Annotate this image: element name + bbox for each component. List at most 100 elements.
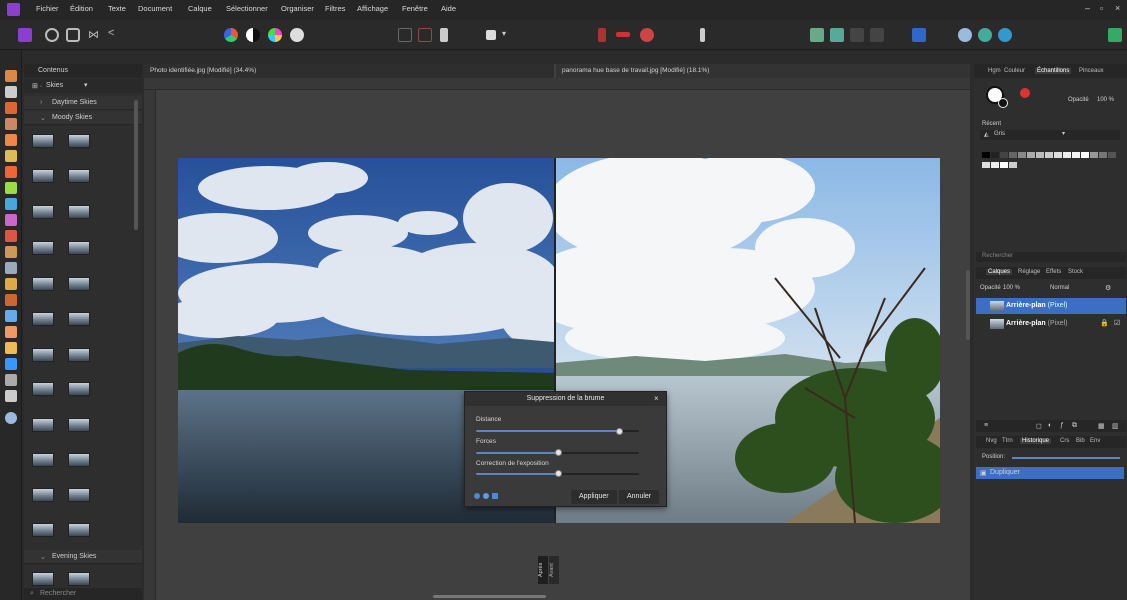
assistant-icon[interactable] <box>912 28 926 42</box>
text-tool-icon[interactable] <box>5 374 17 386</box>
tone-mapping-icon[interactable]: ⋈ <box>88 28 99 41</box>
secondary-color-well[interactable] <box>998 98 1008 108</box>
fill-tool-icon[interactable] <box>5 214 17 226</box>
sky-thumbnail[interactable] <box>68 277 90 291</box>
sky-thumbnail[interactable] <box>32 241 54 255</box>
healing-tool-icon[interactable] <box>5 294 17 306</box>
layer-opacity-value[interactable]: 100 % <box>1003 285 1020 291</box>
tab-library[interactable]: Bib <box>1076 438 1085 444</box>
swatch[interactable] <box>1090 152 1098 158</box>
tab-transform[interactable]: Ttrn <box>1002 438 1013 444</box>
tab-swatches[interactable]: Échantillons <box>1035 68 1072 74</box>
sky-thumbnail[interactable] <box>68 348 90 362</box>
hsl-icon[interactable] <box>268 28 282 42</box>
selection-brush-icon[interactable] <box>5 134 17 146</box>
sky-thumbnail[interactable] <box>68 418 90 432</box>
sky-thumbnail[interactable] <box>32 488 54 502</box>
studio-icon[interactable] <box>1108 28 1122 42</box>
gear-icon[interactable]: ⚙ <box>1105 284 1111 292</box>
select-invert-icon[interactable] <box>418 28 432 42</box>
document-tab-1[interactable]: Photo identifiée.jpg [Modifié] (34.4%) <box>144 64 554 78</box>
swatch[interactable] <box>991 162 999 168</box>
white-balance-icon[interactable] <box>290 28 304 42</box>
erase-brush-icon[interactable] <box>5 198 17 210</box>
after-tab[interactable]: Après <box>538 556 548 584</box>
swatch[interactable] <box>1018 152 1026 158</box>
share-icon[interactable]: < <box>108 27 114 39</box>
lock-icon[interactable]: 🔒 <box>1100 319 1109 327</box>
tab-effects[interactable]: Effets <box>1046 269 1061 275</box>
swatch[interactable] <box>1063 152 1071 158</box>
menu-icon[interactable]: ≡ <box>984 422 988 429</box>
menu-selectionner[interactable]: Sélectionner <box>226 4 268 13</box>
visibility-checkbox[interactable]: ☑ <box>1114 319 1120 327</box>
slider-knob-distance[interactable] <box>616 428 624 435</box>
red-eye-tool-icon[interactable] <box>5 326 17 338</box>
photo-persona-icon[interactable] <box>18 28 32 42</box>
swatch[interactable] <box>1000 162 1008 168</box>
brush-tool-icon[interactable] <box>5 102 17 114</box>
pen-tool-icon[interactable] <box>5 342 17 354</box>
swatch[interactable] <box>1000 152 1008 158</box>
sky-thumbnail[interactable] <box>68 169 90 183</box>
maximize-button[interactable]: ▫ <box>1100 3 1103 13</box>
adjustment-icon[interactable]: ◐ <box>1048 422 1052 429</box>
menu-fenetre[interactable]: Fenêtre <box>402 4 428 13</box>
swatch[interactable] <box>1009 152 1017 158</box>
document-vscrollbar[interactable] <box>966 270 970 340</box>
content-panel-tab[interactable]: Contenus <box>24 64 142 78</box>
delete-layer-icon[interactable]: ▥ <box>1112 422 1119 430</box>
sky-thumbnail[interactable] <box>68 382 90 396</box>
tab-history[interactable]: Historique <box>1020 438 1052 444</box>
close-button[interactable]: × <box>1115 3 1120 13</box>
swatch[interactable] <box>982 162 990 168</box>
red-swatch-icon[interactable] <box>598 28 606 42</box>
sky-thumbnail[interactable] <box>68 134 90 148</box>
crop-tool-icon[interactable] <box>5 118 17 130</box>
inpainting-tool-icon[interactable] <box>5 310 17 322</box>
swatch[interactable] <box>1054 152 1062 158</box>
add-layer-icon[interactable]: ▦ <box>1098 422 1105 430</box>
tab-stock[interactable]: Stock <box>1068 269 1083 275</box>
color-replace-icon[interactable] <box>5 182 17 194</box>
clone-tool-icon[interactable] <box>5 278 17 290</box>
tab-adjustments[interactable]: Réglage <box>1018 269 1040 275</box>
content-search[interactable]: ⌕ Rechercher <box>24 588 142 600</box>
menu-calque[interactable]: Calque <box>188 4 212 13</box>
opacity-value[interactable]: 100 % <box>1097 97 1114 103</box>
liquify-persona-icon[interactable] <box>45 28 59 42</box>
levels-icon[interactable] <box>246 28 260 42</box>
color-picker-tool-icon[interactable] <box>5 390 17 402</box>
select-rect-icon[interactable] <box>398 28 412 42</box>
palette-selector[interactable]: ◭ Gris ▾ <box>980 130 1120 140</box>
history-position-slider[interactable] <box>1012 457 1120 459</box>
sky-thumbnail[interactable] <box>32 418 54 432</box>
swatch[interactable] <box>1099 152 1107 158</box>
menu-fichier[interactable]: Fichier <box>36 4 59 13</box>
tab-channels[interactable]: Crs <box>1060 438 1069 444</box>
sky-thumbnail[interactable] <box>32 312 54 326</box>
panel-search-input[interactable]: Rechercher <box>982 253 1013 259</box>
sky-thumbnail[interactable] <box>68 572 90 586</box>
panel-search[interactable]: Rechercher <box>976 252 1126 262</box>
blend-mode-select[interactable]: Normal <box>1050 285 1069 291</box>
swatch[interactable] <box>982 152 990 158</box>
tab-env[interactable]: Env <box>1090 438 1100 444</box>
tab-color[interactable]: Couleur <box>1004 68 1025 74</box>
swatch[interactable] <box>1108 152 1116 158</box>
menu-edition[interactable]: Édition <box>70 4 93 13</box>
develop-persona-icon[interactable] <box>66 28 80 42</box>
slider-knob-forces[interactable] <box>554 449 562 456</box>
slider-knob-exposure[interactable] <box>554 470 562 477</box>
sky-thumbnail[interactable] <box>32 205 54 219</box>
menu-organiser[interactable]: Organiser <box>281 4 314 13</box>
history-item[interactable]: ▣ Dupliquer <box>976 467 1124 479</box>
swatch[interactable] <box>991 152 999 158</box>
merge-icon[interactable] <box>483 493 489 499</box>
sky-thumbnail[interactable] <box>68 488 90 502</box>
zoom-tool-icon[interactable] <box>5 412 17 424</box>
reset-icon[interactable] <box>492 493 498 499</box>
sky-thumbnail[interactable] <box>32 382 54 396</box>
brush-icon[interactable] <box>700 28 705 42</box>
group-icon[interactable]: ⧉ <box>1072 422 1077 430</box>
